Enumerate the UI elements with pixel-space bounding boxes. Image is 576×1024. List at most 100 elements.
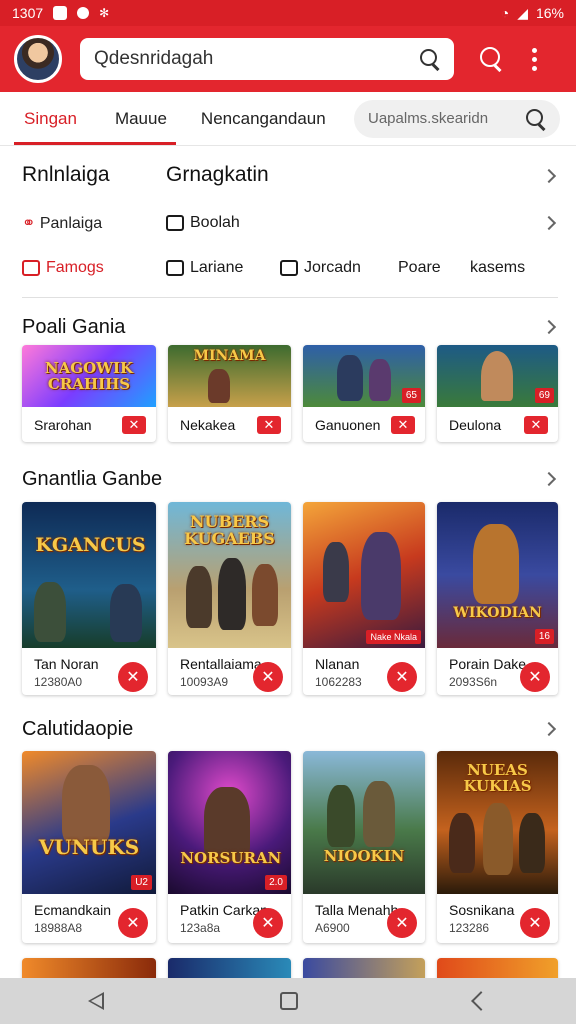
game-logo: NORSURAN [180,849,282,867]
active-tab-indicator [14,142,176,145]
chevron-right-icon[interactable] [541,319,557,335]
character-figure [483,803,513,875]
app-bar: Qdesnridagah [0,26,576,92]
character-figure [323,542,349,602]
game-thumbnail: 69 [437,345,558,407]
category-item[interactable]: ⚭ Panlaiga [22,213,166,233]
game-thumbnail: Nake Nkala [303,502,425,648]
avatar[interactable] [14,35,62,83]
tab-0[interactable]: Singan [14,92,87,146]
category-item[interactable]: Boolah [166,214,240,232]
chevron-right-icon[interactable] [541,168,557,184]
category-item[interactable]: Lariane [166,259,280,277]
character-figure [473,524,519,604]
search-input-value[interactable]: Qdesnridagah [94,48,420,70]
play-button[interactable]: ✕ [118,662,148,692]
category-item[interactable]: Jorcadn [280,259,398,277]
search-icon[interactable] [526,108,546,129]
game-card[interactable]: NAGOWIK CRAHIHS Srarohan ✕ [22,345,156,442]
more-options-icon[interactable] [532,47,538,71]
game-thumbnail: KGANCUS [22,502,156,648]
game-card[interactable]: Nake Nkala Nlanan 1062283 ✕ [303,502,425,695]
section-title: Poali Gania [22,316,126,338]
play-button[interactable]: ✕ [387,908,417,938]
game-card[interactable]: NIOOKIN Talla Menahh A6900 ✕ [303,751,425,943]
character-figure [208,369,230,403]
game-card[interactable]: VUNUKS U2 Ecmandkain 18988A8 ✕ [22,751,156,943]
play-button[interactable]: ✕ [520,662,550,692]
game-thumbnail: NUBERS KUGAEBS [168,502,291,648]
character-figure [449,813,475,873]
play-button[interactable]: ✕ [253,908,283,938]
search-icon[interactable] [420,49,440,69]
game-thumbnail: 65 [303,345,425,407]
search-button-icon[interactable] [480,47,504,71]
tab-1[interactable]: Mauue [105,92,177,146]
notification-icon [53,6,68,20]
game-card[interactable]: 69 Deulona ✕ [437,345,558,442]
game-logo: NUBERS KUGAEBS [184,512,275,548]
categories-heading: Rnlnlaiga [22,163,110,186]
category-item[interactable]: Poare [398,259,470,277]
play-button[interactable]: ✕ [122,416,146,434]
game-title: Nlanan [315,656,360,672]
game-card[interactable]: NORSURAN 2.0 Patkin Carkan 123a8a ✕ [168,751,291,943]
signal-icon: ◢ [517,4,528,21]
game-logo: WIKODIAN [453,605,542,621]
game-subtitle: 12380A0 [34,675,83,689]
game-subtitle: 10093A9 [180,675,229,689]
rating-badge: 65 [401,388,421,403]
game-logo: NIOOKIN [323,847,405,865]
game-logo: NUEAS KUKIAS [463,761,532,795]
section-title: Gnantlia Ganbe [22,468,163,490]
game-thumbnail: NUEAS KUKIAS [437,751,558,894]
mail-icon [166,259,184,276]
game-card[interactable]: NUBERS KUGAEBS Rentallaiama 10093A9 ✕ [168,502,291,695]
character-figure [361,532,401,620]
game-subtitle: 1062283 [315,675,362,689]
character-figure [327,785,355,847]
link-icon: ⚭ [22,215,36,232]
category-item[interactable]: kasems [470,259,525,277]
game-title: Tan Noran [34,656,99,672]
character-figure [34,582,66,642]
tab-2[interactable]: Nencangandaun [191,92,336,146]
play-button[interactable]: ✕ [391,416,415,434]
categories-heading-right: Grnagkatin [166,163,269,186]
game-logo: NAGOWIK CRAHIHS [44,359,134,393]
game-thumbnail: NIOOKIN [303,751,425,894]
game-subtitle: 18988A8 [34,921,83,935]
game-card[interactable]: KGANCUS Tan Noran 12380A0 ✕ [22,502,156,695]
game-card[interactable]: WIKODIAN 16 Porain Dake 2093S6n ✕ [437,502,558,695]
recent-apps-icon[interactable] [471,991,491,1011]
character-figure [519,813,545,873]
play-button[interactable]: ✕ [524,416,548,434]
game-title: Ganuonen [315,417,381,433]
category-row-2: Famogs Lariane Jorcadn Poare kasems [22,259,554,277]
game-thumbnail: NAGOWIK CRAHIHS [22,345,156,407]
game-logo: VUNUKS [38,835,140,859]
section-title: Calutidaopie [22,718,134,740]
game-title: Ecmandkain [34,902,112,918]
home-icon[interactable] [280,992,298,1010]
play-button[interactable]: ✕ [520,908,550,938]
play-button[interactable]: ✕ [118,908,148,938]
play-button[interactable]: ✕ [253,662,283,692]
play-button[interactable]: ✕ [387,662,417,692]
game-thumbnail: MINAMA [168,345,291,407]
game-card[interactable]: 65 Ganuonen ✕ [303,345,425,442]
tab-search-placeholder[interactable]: Uapalms.skearidn [368,110,526,127]
search-input[interactable]: Qdesnridagah [80,38,454,80]
game-card[interactable]: NUEAS KUKIAS Sosnikana 123286 ✕ [437,751,558,943]
back-icon[interactable] [88,992,104,1010]
chevron-right-icon[interactable] [541,471,557,487]
chevron-right-icon[interactable] [541,721,557,737]
tab-bar: Singan Mauue Nencangandaun Uapalms.skear… [0,92,576,146]
category-item[interactable]: Famogs [22,259,166,277]
game-logo: MINAMA [193,348,266,364]
character-figure [337,355,363,401]
character-figure [186,566,212,628]
play-button[interactable]: ✕ [257,416,281,434]
tab-search-input[interactable]: Uapalms.skearidn [354,99,560,138]
game-card[interactable]: MINAMA Nekakea ✕ [168,345,291,442]
